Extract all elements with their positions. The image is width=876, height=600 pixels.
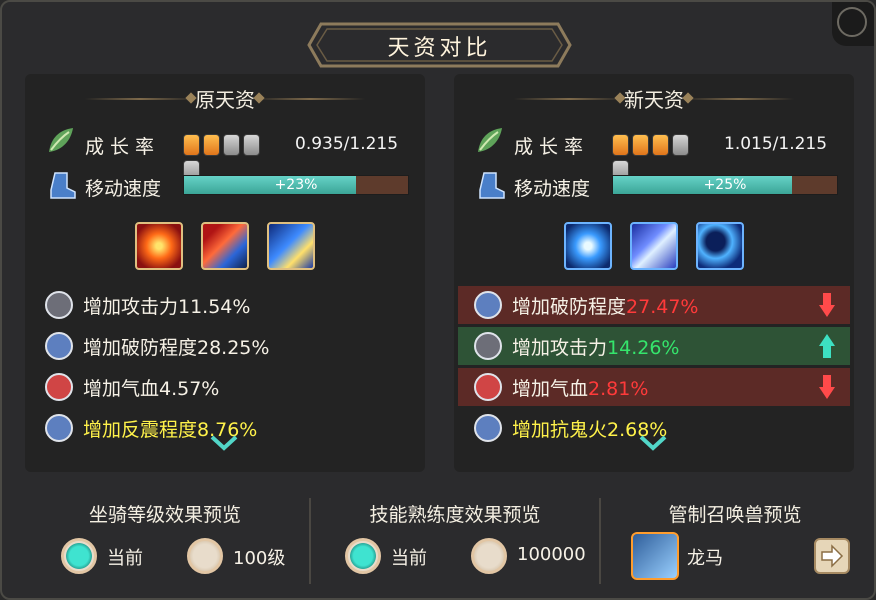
attr-value: 27.47% (626, 296, 699, 318)
growth-pip (223, 134, 240, 156)
swirl-icon (474, 291, 502, 319)
attr-text: 增加攻击力14.26% (512, 333, 679, 360)
leaf-icon (478, 128, 502, 152)
swirl-icon (45, 414, 73, 442)
attr-row: 增加攻击力11.54% (29, 286, 421, 324)
heart-icon (45, 373, 73, 401)
dialog-title: 天资对比 (387, 36, 492, 61)
skill-proficiency-preview-title: 技能熟练度效果预览 (369, 504, 541, 526)
attr-text: 增加气血4.57% (83, 378, 220, 400)
mount-current-label: 当前 (107, 548, 143, 569)
growth-pip (612, 134, 629, 156)
mount-current-radio[interactable] (61, 538, 97, 574)
speed-label: 移动速度 (85, 178, 162, 200)
section-divider (309, 498, 311, 584)
attr-row: 增加破防程度27.47% (458, 286, 850, 324)
attr-text: 增加破防程度28.25% (83, 337, 270, 359)
growth-pips (612, 134, 708, 182)
skill-max-label: 100000 (517, 544, 586, 565)
red-slash-skill-icon[interactable] (201, 222, 249, 270)
original-talent-panel: 原天资 成长率 0.935/1.215 移动速度 +23% 增加攻击力11.54… (25, 74, 425, 472)
attr-text: 增加气血2.81% (512, 374, 648, 401)
skill-current-label: 当前 (391, 548, 427, 569)
attr-row: 增加气血4.57% (29, 368, 421, 406)
dialog-frame: 天资对比 原天资 成长率 0.935/1.215 移动速度 +23% 增加攻击力… (0, 0, 876, 600)
speed-value: +25% (703, 177, 747, 193)
scroll-down-chevron-icon[interactable] (209, 434, 239, 452)
preview-options-section: 坐骑等级效果预览 当前 100级 技能熟练度效果预览 当前 100000 管制召… (25, 490, 857, 594)
attr-text: 增加攻击力11.54% (83, 296, 251, 318)
new-talent-panel: 新天资 成长率 1.015/1.215 移动速度 +25% 增加破防程度27.4… (454, 74, 854, 472)
attr-label: 增加破防程度 (512, 296, 627, 318)
growth-pip (652, 134, 669, 156)
blue-storm-skill-icon[interactable] (630, 222, 678, 270)
mount-level100-label: 100级 (233, 548, 286, 569)
arrow-down-icon (819, 375, 835, 399)
blue-moon-skill-icon[interactable] (696, 222, 744, 270)
sword-icon (474, 332, 502, 360)
speed-value: +23% (274, 177, 318, 193)
growth-pip (243, 134, 260, 156)
arrow-down-icon (819, 293, 835, 317)
growth-label: 成长率 (85, 136, 161, 158)
attr-label: 增加攻击力 (512, 337, 608, 359)
attr-row: 增加破防程度28.25% (29, 327, 421, 365)
summon-beast-name: 龙马 (687, 548, 723, 569)
growth-value: 1.015/1.215 (724, 134, 828, 154)
summon-beast-avatar[interactable] (631, 532, 679, 580)
growth-pip (672, 134, 689, 156)
section-divider (599, 498, 601, 584)
leaf-icon (49, 128, 73, 152)
heading-ornament-right (684, 98, 794, 100)
blue-drop-skill-icon[interactable] (564, 222, 612, 270)
scroll-down-chevron-icon[interactable] (638, 434, 668, 452)
skill-max-radio[interactable] (471, 538, 507, 574)
speed-bar: +25% (612, 175, 838, 195)
title-banner: 天资对比 (307, 22, 572, 68)
summon-preview-title: 管制召唤兽预览 (668, 504, 802, 526)
summon-preview-button[interactable] (814, 538, 850, 574)
growth-pip (183, 134, 200, 156)
attr-value: 14.26% (607, 337, 680, 359)
mount-level-preview-title: 坐骑等级效果预览 (88, 504, 241, 526)
close-button[interactable] (832, 2, 874, 46)
original-talent-heading: 原天资 (195, 88, 255, 112)
blue-blade-skill-icon[interactable] (267, 222, 315, 270)
arrow-up-icon (819, 334, 835, 358)
growth-pips (183, 134, 279, 182)
speed-bar: +23% (183, 175, 409, 195)
growth-label: 成长率 (514, 136, 590, 158)
swirl-icon (45, 332, 73, 360)
skill-current-radio[interactable] (345, 538, 381, 574)
new-talent-heading: 新天资 (624, 88, 684, 112)
arrow-right-icon (821, 544, 844, 568)
growth-value: 0.935/1.215 (295, 134, 399, 154)
attr-label: 增加气血 (512, 378, 589, 400)
attr-row: 增加攻击力14.26% (458, 327, 850, 365)
swirl-icon (474, 414, 502, 442)
sword-icon (45, 291, 73, 319)
growth-pip (632, 134, 649, 156)
fire-swirl-skill-icon[interactable] (135, 222, 183, 270)
heart-icon (474, 373, 502, 401)
boot-icon (50, 172, 76, 199)
growth-pip (203, 134, 220, 156)
boot-icon (479, 172, 505, 199)
speed-label: 移动速度 (514, 178, 591, 200)
attr-row: 增加气血2.81% (458, 368, 850, 406)
heading-ornament-right (255, 98, 365, 100)
mount-level100-radio[interactable] (187, 538, 223, 574)
attr-value: 2.81% (588, 378, 649, 400)
attr-text: 增加破防程度27.47% (512, 292, 698, 319)
